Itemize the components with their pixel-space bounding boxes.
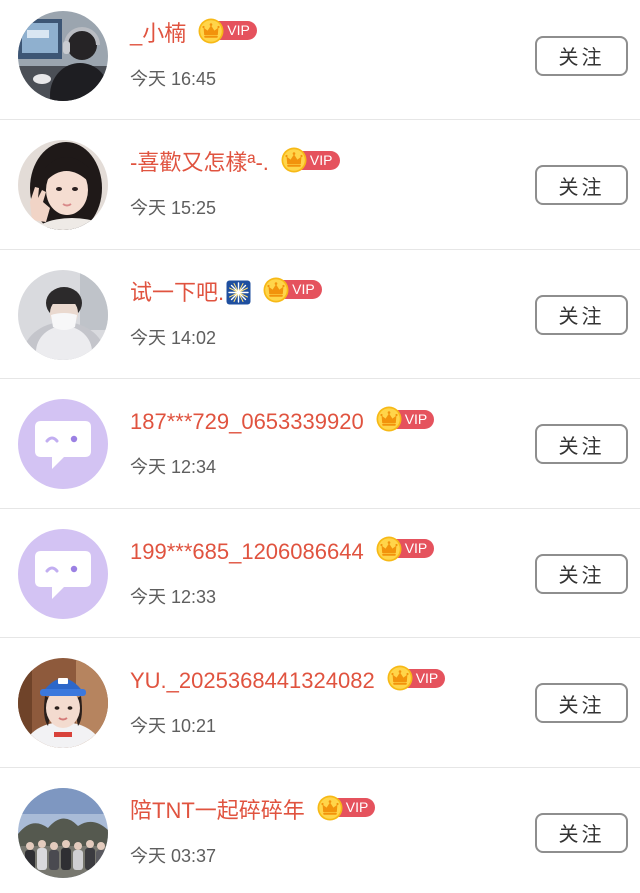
name-line: 187***729_0653339920 VIP	[130, 406, 435, 437]
user-row[interactable]: 陪TNT一起碎碎年 VIP 今天 03:37 关注	[0, 768, 640, 893]
avatar-photo	[18, 658, 108, 748]
name-line: -喜歡又怎樣ª-. VIP	[130, 148, 340, 178]
user-row[interactable]: -喜歡又怎樣ª-. VIP 今天 15:25 关注	[0, 120, 640, 250]
follow-button[interactable]: 关注	[535, 294, 628, 335]
user-name[interactable]: 试一下吧.	[130, 278, 224, 308]
user-avatar[interactable]	[18, 658, 108, 748]
crown-icon	[263, 277, 289, 303]
follow-button[interactable]: 关注	[535, 165, 628, 205]
user-name[interactable]: YU._2025368441324082	[130, 666, 375, 696]
user-name[interactable]: _小楠	[130, 19, 186, 49]
crown-icon	[317, 795, 343, 821]
crown-icon	[376, 406, 402, 432]
user-name[interactable]: 187***729_0653339920	[130, 407, 364, 437]
avatar-photo	[18, 269, 108, 360]
user-row[interactable]: YU._2025368441324082 VIP 今天 10:21 关注	[0, 638, 640, 768]
crown-icon	[387, 665, 413, 691]
user-avatar[interactable]	[18, 399, 108, 489]
user-name[interactable]: -喜歡又怎樣ª-.	[130, 148, 269, 178]
follow-button[interactable]: 关注	[535, 424, 628, 464]
follow-time: 今天 16:45	[130, 68, 217, 89]
follow-time: 今天 03:37	[130, 845, 217, 866]
name-line: YU._2025368441324082 VIP	[130, 665, 446, 696]
follow-button[interactable]: 关注	[535, 812, 628, 853]
vip-badge: VIP	[263, 277, 322, 303]
follow-button[interactable]: 关注	[535, 683, 628, 723]
default-avatar-icon	[18, 529, 108, 619]
user-row[interactable]: 187***729_0653339920 VIP 今天 12:34 关注	[0, 379, 640, 509]
vip-badge: VIP	[281, 147, 340, 173]
name-line: _小楠 VIP	[130, 19, 257, 49]
default-avatar-icon	[18, 399, 108, 489]
user-name[interactable]: 陪TNT一起碎碎年	[130, 796, 305, 826]
user-avatar[interactable]	[18, 10, 108, 101]
vip-badge: VIP	[376, 406, 435, 432]
user-avatar[interactable]	[18, 528, 108, 619]
fireworks-emoji-icon	[226, 280, 251, 305]
name-line: 199***685_1206086644 VIP	[130, 536, 435, 567]
user-row[interactable]: 199***685_1206086644 VIP 今天 12:33 关注	[0, 509, 640, 638]
vip-badge: VIP	[198, 18, 257, 44]
avatar-photo	[18, 10, 108, 101]
user-avatar[interactable]	[18, 269, 108, 360]
avatar-photo	[18, 787, 108, 878]
vip-badge: VIP	[317, 795, 376, 821]
user-avatar[interactable]	[18, 787, 108, 878]
follow-button[interactable]: 关注	[535, 35, 628, 76]
vip-badge: VIP	[376, 536, 435, 562]
follow-button[interactable]: 关注	[535, 553, 628, 594]
crown-icon	[198, 18, 224, 44]
follow-time: 今天 10:21	[130, 716, 217, 736]
avatar-photo	[18, 140, 108, 230]
vip-badge: VIP	[387, 665, 446, 691]
crown-icon	[281, 147, 307, 173]
user-name[interactable]: 199***685_1206086644	[130, 537, 364, 567]
name-line: 陪TNT一起碎碎年 VIP	[130, 795, 376, 826]
follower-list: _小楠 VIP 今天 16:45 关注 -喜歡又怎樣ª-. VIP 今天 15:…	[0, 0, 640, 893]
follow-time: 今天 12:34	[130, 457, 217, 477]
user-avatar[interactable]	[18, 140, 108, 230]
user-row[interactable]: _小楠 VIP 今天 16:45 关注	[0, 0, 640, 120]
user-row[interactable]: 试一下吧. VIP 今天 14:02 关注	[0, 250, 640, 379]
name-line: 试一下吧. VIP	[130, 278, 322, 308]
crown-icon	[376, 536, 402, 562]
follow-time: 今天 15:25	[130, 198, 217, 218]
follow-time: 今天 12:33	[130, 586, 217, 607]
follow-time: 今天 14:02	[130, 327, 217, 348]
